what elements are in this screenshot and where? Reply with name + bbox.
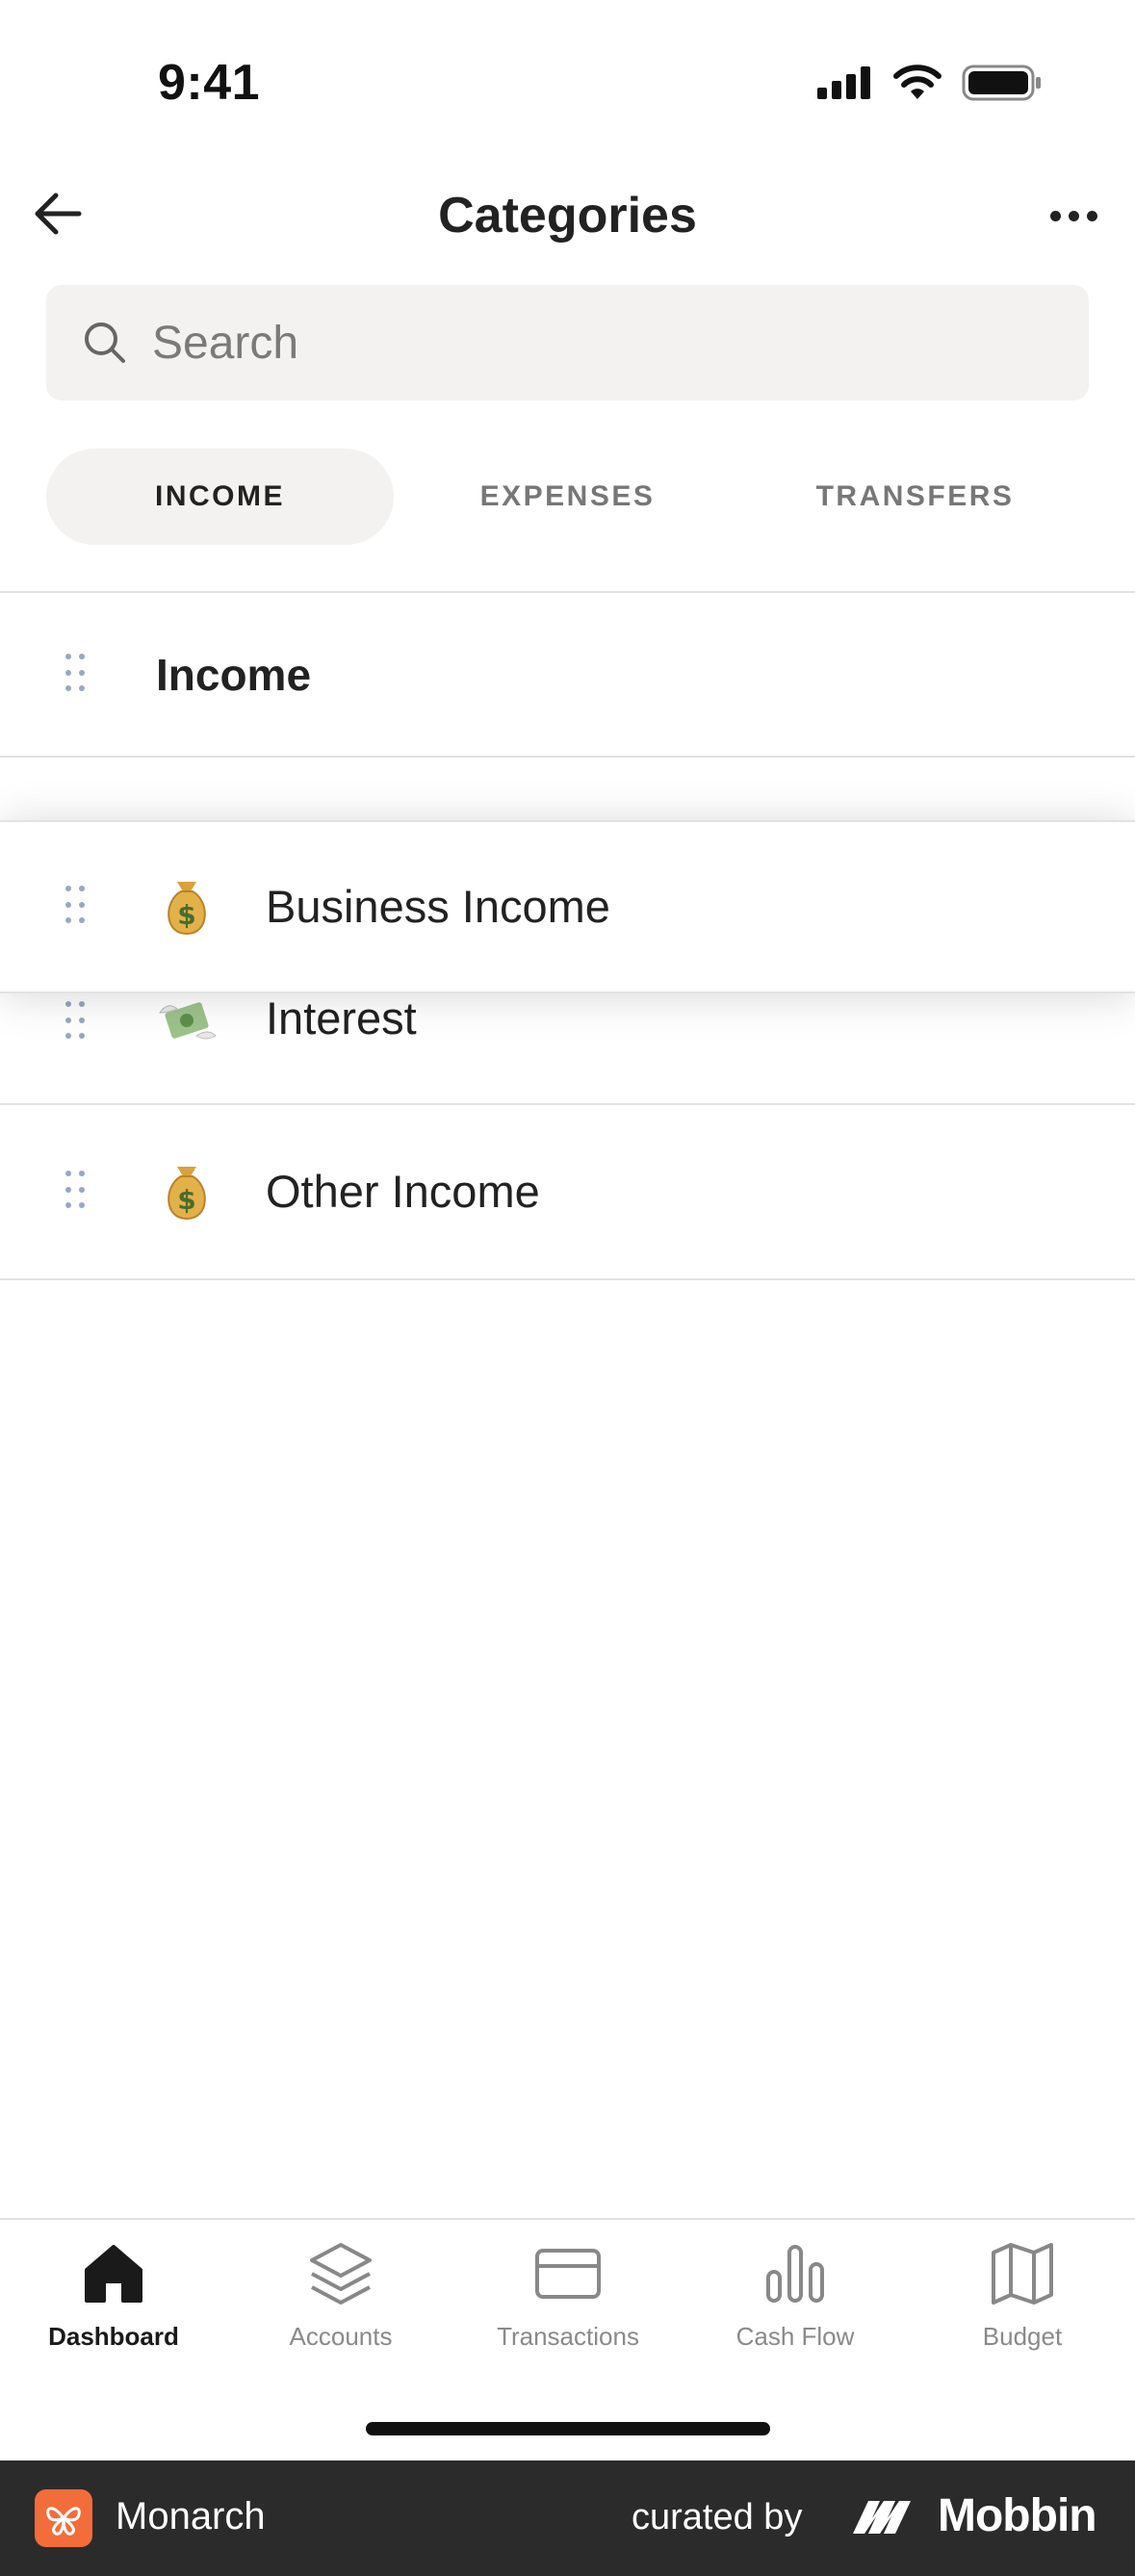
drag-handle-icon[interactable]: [65, 886, 89, 928]
page-title: Categories: [438, 188, 697, 244]
home-indicator: [366, 2422, 770, 2435]
tab-label: Transactions: [497, 2322, 639, 2351]
list-item[interactable]: $ Other Income: [0, 1105, 1135, 1278]
status-bar: 9:41: [0, 0, 1135, 164]
brand-name: Monarch: [116, 2495, 266, 2537]
home-icon: [85, 2245, 142, 2303]
money-with-wings-icon: [159, 1002, 217, 1040]
category-group-row[interactable]: Income: [0, 593, 1135, 757]
credit-card-icon: [535, 2249, 601, 2299]
mobbin-mark-icon: [853, 2500, 911, 2534]
dragging-list-item[interactable]: $ Business Income: [0, 820, 1135, 993]
money-bag-icon: $: [168, 1167, 206, 1221]
status-icons: [817, 64, 1043, 102]
svg-text:$: $: [177, 899, 195, 931]
category-type-tabs: INCOME EXPENSES TRANSFERS: [46, 449, 1089, 545]
drag-handle-icon[interactable]: [65, 1171, 89, 1213]
more-dot: [1049, 210, 1061, 221]
mobbin-logo: Mobbin: [851, 2489, 1097, 2542]
map-icon: [992, 2243, 1053, 2305]
tab-transactions[interactable]: Transactions: [454, 2239, 682, 2374]
battery-icon: [962, 64, 1041, 101]
more-dot: [1086, 210, 1097, 221]
tab-expenses[interactable]: EXPENSES: [394, 449, 741, 545]
tab-transfers[interactable]: TRANSFERS: [741, 449, 1089, 545]
search-icon: [85, 322, 125, 363]
search-bar[interactable]: [46, 285, 1089, 400]
tab-cash-flow[interactable]: Cash Flow: [682, 2239, 909, 2374]
item-label: Business Income: [266, 881, 610, 932]
status-time: 9:41: [158, 55, 261, 111]
tab-label: Cash Flow: [735, 2322, 855, 2351]
more-dot: [1068, 210, 1079, 221]
header: Categories: [0, 164, 1135, 270]
group-label: Income: [156, 650, 312, 700]
svg-text:$: $: [177, 1184, 195, 1216]
divider: [0, 1278, 1135, 1280]
wifi-icon: [893, 64, 942, 99]
tab-income[interactable]: INCOME: [46, 449, 394, 545]
drag-handle-icon[interactable]: [65, 1001, 89, 1043]
search-input[interactable]: [152, 316, 1019, 370]
tab-label: Accounts: [289, 2322, 393, 2351]
tab-accounts[interactable]: Accounts: [227, 2239, 454, 2374]
attribution-footer: Monarch curated by Mobbin: [0, 2460, 1135, 2576]
item-label: Interest: [266, 992, 417, 1043]
bar-chart-icon: [766, 2245, 824, 2303]
tab-label: Dashboard: [48, 2322, 179, 2351]
divider: [0, 756, 1135, 758]
item-label: Other Income: [266, 1166, 540, 1217]
tab-budget[interactable]: Budget: [909, 2239, 1135, 2374]
tab-dashboard[interactable]: Dashboard: [0, 2239, 227, 2374]
curated-by-text: curated by: [632, 2497, 803, 2537]
tab-label: Budget: [982, 2322, 1063, 2351]
money-bag-icon: $: [168, 882, 206, 936]
monarch-logo-icon: [35, 2489, 92, 2547]
drag-handle-icon[interactable]: [65, 654, 89, 696]
layers-icon: [310, 2243, 372, 2305]
more-options-button[interactable]: [1039, 187, 1108, 245]
cellular-signal-icon: [817, 66, 870, 99]
mobbin-text: Mobbin: [938, 2490, 1097, 2541]
